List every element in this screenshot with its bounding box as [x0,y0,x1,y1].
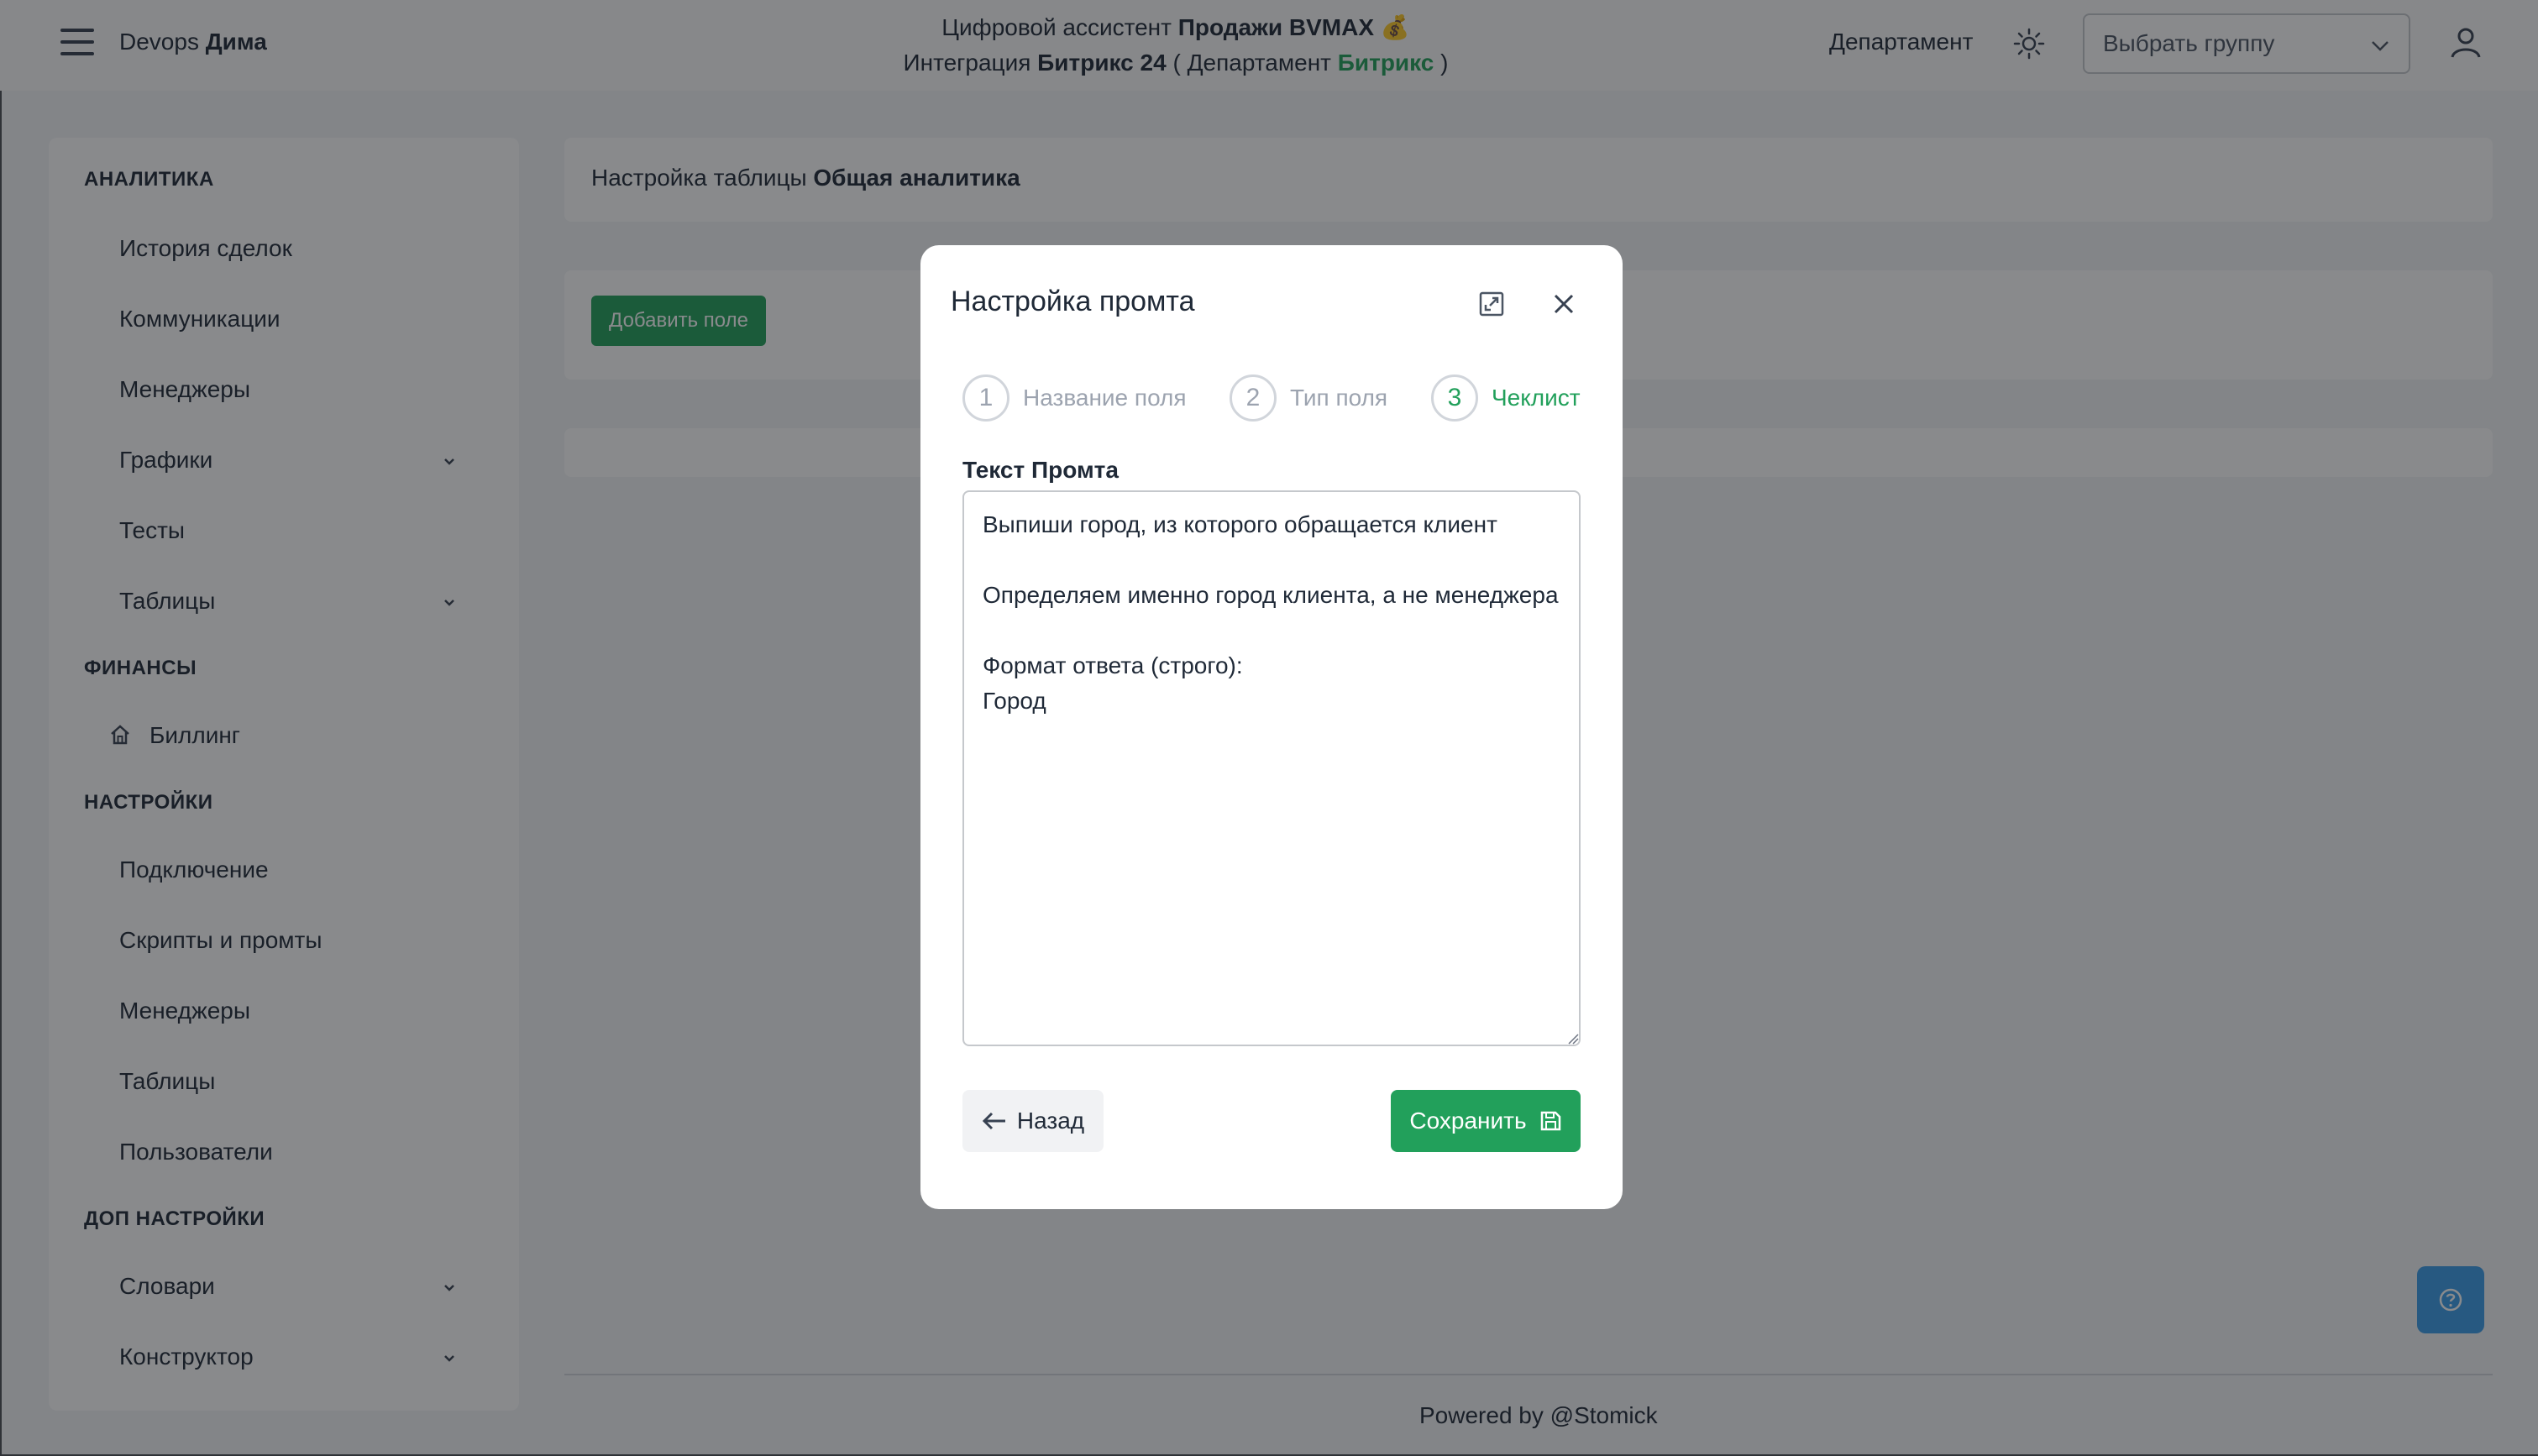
prompt-settings-modal: Настройка промта 1 Название поля 2 Тип п… [920,245,1623,1209]
step-field-type[interactable]: 2 Тип поля [1230,374,1387,422]
arrow-left-icon [982,1112,1005,1130]
back-button[interactable]: Назад [962,1090,1104,1152]
prompt-textarea[interactable]: Выпиши город, из которого обращается кли… [962,490,1581,1046]
step-number: 3 [1431,374,1478,422]
step-label: Тип поля [1290,385,1388,411]
expand-icon[interactable] [1478,291,1505,317]
resize-handle-icon[interactable] [1567,1033,1579,1045]
step-label: Чеклист [1492,385,1581,411]
back-button-label: Назад [1016,1108,1085,1134]
step-checklist[interactable]: 3 Чеклист [1431,374,1581,422]
step-label: Название поля [1023,385,1187,411]
save-button-label: Сохранить [1409,1108,1527,1134]
modal-title: Настройка промта [951,285,1195,317]
step-number: 2 [1230,374,1277,422]
save-button[interactable]: Сохранить [1391,1090,1581,1152]
save-icon [1540,1111,1560,1131]
step-number: 1 [962,374,1009,422]
step-field-name[interactable]: 1 Название поля [962,374,1187,422]
close-icon[interactable] [1550,291,1577,317]
prompt-text-label: Текст Промта [962,457,1119,483]
